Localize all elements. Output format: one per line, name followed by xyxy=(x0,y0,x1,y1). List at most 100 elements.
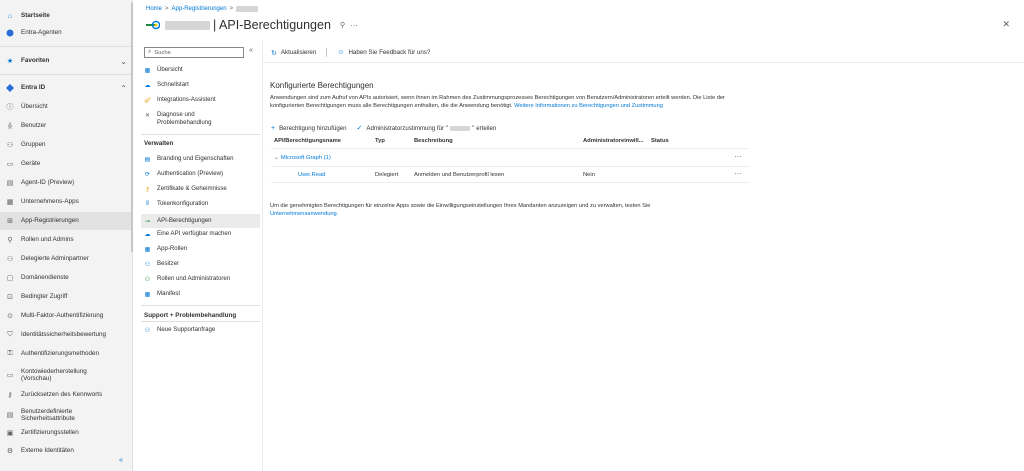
blade-item-branding[interactable]: ▤ Branding und Eigenschaften xyxy=(141,155,260,163)
permission-actions: + Berechtigung hinzufügen ✓ Administrato… xyxy=(271,124,506,133)
close-button[interactable]: ✕ xyxy=(1002,19,1010,30)
learn-more-link[interactable]: Weitere Informationen zu Berechtigungen … xyxy=(514,103,663,109)
nav-domain-services[interactable]: ▢ Domänendienste xyxy=(0,269,133,287)
permission-name-link[interactable]: User.Read xyxy=(298,172,325,178)
star-icon: ★ xyxy=(6,58,14,65)
nav-groups[interactable]: ⚇ Gruppen xyxy=(0,136,133,154)
blade-item-certificates[interactable]: ⚷ Zertifikate & Geheimnisse xyxy=(141,185,260,193)
collapse-blade-button[interactable]: « xyxy=(249,47,253,54)
api-permissions-icon: ⊸ xyxy=(144,218,151,225)
blade-item-new-support-request[interactable]: ⚇ Neue Supportanfrage xyxy=(141,326,260,334)
nav-roles-admins[interactable]: ⚲ Rollen und Admins xyxy=(0,231,133,249)
blade-search-input[interactable]: ⌕ Suche xyxy=(144,47,244,58)
nav-delegated-admin[interactable]: ⚇ Delegierte Adminpartner xyxy=(0,250,133,268)
security-attributes-icon: ▤ xyxy=(6,412,14,419)
nav-password-reset[interactable]: ⚷ Zurücksetzen des Kennworts xyxy=(0,386,133,404)
blade-separator xyxy=(262,41,263,471)
table-header-divider xyxy=(271,148,749,149)
app-registrations-icon: ⊞ xyxy=(7,218,13,225)
blade-item-roles-admins[interactable]: ⚇ Rollen und Administratoren xyxy=(141,275,260,283)
table-row-divider xyxy=(271,182,749,183)
nav-conditional-access[interactable]: ⊡ Bedingter Zugriff xyxy=(0,288,133,306)
column-header-api-name[interactable]: API/Berechtigungsname xyxy=(274,138,341,144)
branding-icon: ▤ xyxy=(144,157,151,163)
nav-entra-agents[interactable]: Entra-Agenten xyxy=(0,24,133,42)
nav-custom-security-attributes[interactable]: ▤ Benutzerdefinierte Sicherheitsattribute xyxy=(0,404,133,426)
blade-item-quickstart[interactable]: ☁ Schnellstart xyxy=(141,81,260,89)
permission-type: Delegiert xyxy=(375,172,399,178)
column-header-admin-consent[interactable]: Administratoreinwill... xyxy=(583,138,644,144)
conditional-access-icon: ⊡ xyxy=(7,294,13,301)
add-permission-button[interactable]: + Berechtigung hinzufügen xyxy=(271,125,347,132)
certificate-icon: ▣ xyxy=(6,430,14,437)
blade-divider xyxy=(141,321,260,322)
agent-id-icon: ▤ xyxy=(6,180,14,187)
key-icon: ⚷ xyxy=(145,187,150,193)
nav-certificate-authorities[interactable]: ▣ Zertifizierungsstellen xyxy=(0,424,133,442)
blade-item-token-config[interactable]: ⦀ Tokenkonfiguration xyxy=(141,200,260,208)
home-icon: ⌂ xyxy=(7,12,13,20)
group-icon: ⚇ xyxy=(6,142,14,149)
blade-item-integration-assistant[interactable]: 🚀︎ Integrations-Assistent xyxy=(141,96,260,104)
redacted-app-title xyxy=(165,20,210,30)
entra-id-icon xyxy=(6,84,14,92)
page-title: | API-Berechtigungen xyxy=(213,18,331,32)
nav-users[interactable]: ꆜ Benutzer xyxy=(0,117,133,135)
column-header-type[interactable]: Typ xyxy=(375,138,385,144)
breadcrumb-separator: > xyxy=(229,6,234,12)
feedback-button[interactable]: ☺ Haben Sie Feedback für uns? xyxy=(337,49,430,56)
blade-item-owners[interactable]: ⚇ Besitzer xyxy=(141,260,260,268)
nav-scrollbar[interactable] xyxy=(131,2,133,252)
redacted-app-name[interactable] xyxy=(236,6,259,12)
blade-item-expose-api[interactable]: ☁ Eine API verfügbar machen xyxy=(141,230,260,238)
group-more-button[interactable]: ··· xyxy=(734,152,742,161)
nav-divider xyxy=(0,46,133,47)
enterprise-app-link[interactable]: Unternehmensanwendung. xyxy=(270,211,338,217)
group-row-microsoft-graph[interactable]: ⌄ Microsoft Graph (1) xyxy=(274,155,331,161)
breadcrumb-app-registrations[interactable]: App-Registrierungen xyxy=(172,6,227,12)
user-icon: ꆜ xyxy=(7,124,13,131)
support-icon: ⚇ xyxy=(144,328,151,334)
nav-entra-id[interactable]: Entra ID ⌃ xyxy=(0,79,133,97)
blade-item-overview[interactable]: ▦ Übersicht xyxy=(141,66,260,74)
pin-icon[interactable]: ⚲ xyxy=(340,21,345,29)
breadcrumb-home[interactable]: Home xyxy=(146,6,162,12)
more-icon[interactable]: ··· xyxy=(350,21,358,30)
nav-agent-id[interactable]: ▤ Agent-ID (Preview) xyxy=(0,174,133,192)
column-header-status[interactable]: Status xyxy=(651,138,669,144)
row-more-button[interactable]: ··· xyxy=(734,169,742,178)
section-description: Anwendungen sind zum Aufruf von APIs aut… xyxy=(270,95,725,109)
enterprise-apps-icon: ▦ xyxy=(6,199,14,206)
blade-item-authentication[interactable]: ⟳ Authentication (Preview) xyxy=(141,170,260,178)
authentication-icon: ⟳ xyxy=(144,172,151,178)
blade-item-manifest[interactable]: ▦ Manifest xyxy=(141,290,260,298)
auth-methods-icon: ⚿ xyxy=(7,350,13,357)
nav-external-identities[interactable]: ⚙ Externe Identitäten xyxy=(0,442,133,460)
chevron-down-icon: ⌄ xyxy=(120,56,127,66)
checkmark-icon: ✓ xyxy=(356,125,363,132)
nav-auth-methods[interactable]: ⚿ Authentifizierungsmethoden xyxy=(0,345,133,363)
nav-favorites[interactable]: ★ Favoriten ⌄ xyxy=(0,52,133,70)
refresh-button[interactable]: ↻ Aktualisieren xyxy=(271,49,316,57)
owners-icon: ⚇ xyxy=(144,262,151,268)
nav-app-registrations[interactable]: ⊞ App-Registrierungen xyxy=(0,212,133,230)
blade-item-diagnose[interactable]: ✕ Diagnose und Problembehandlung xyxy=(141,111,260,127)
nav-devices[interactable]: ▭ Geräte xyxy=(0,155,133,173)
nav-enterprise-apps[interactable]: ▦ Unternehmens-Apps xyxy=(0,193,133,211)
nav-identity-secure-score[interactable]: ⛉ Identitätssicherheitsbewertung xyxy=(0,326,133,344)
blade-item-api-permissions[interactable]: ⊸ API-Berechtigungen xyxy=(141,214,260,228)
collapse-nav-button[interactable]: « xyxy=(119,457,123,464)
roles-admins-icon: ⚇ xyxy=(144,277,151,283)
blade-item-app-roles[interactable]: ▦ App-Rollen xyxy=(141,245,260,253)
nav-mfa[interactable]: ⊙ Multi-Faktor-Authentifizierung xyxy=(0,307,133,325)
wrench-icon: ✕ xyxy=(144,113,151,119)
section-title: Konfigurierte Berechtigungen xyxy=(270,81,374,90)
quickstart-icon: ☁ xyxy=(144,83,151,89)
column-header-description[interactable]: Beschreibung xyxy=(414,138,453,144)
nav-overview[interactable]: ⓘ Übersicht xyxy=(0,98,133,116)
account-recovery-icon: ▭ xyxy=(6,372,14,379)
table-row-divider xyxy=(271,166,749,167)
nav-account-recovery[interactable]: ▭ Kontowiederherstellung (Vorschau) xyxy=(0,364,133,386)
nav-home[interactable]: ⌂ Startseite xyxy=(0,7,133,25)
grant-admin-consent-button[interactable]: ✓ Administratorzustimmung für " " erteile… xyxy=(356,124,497,133)
